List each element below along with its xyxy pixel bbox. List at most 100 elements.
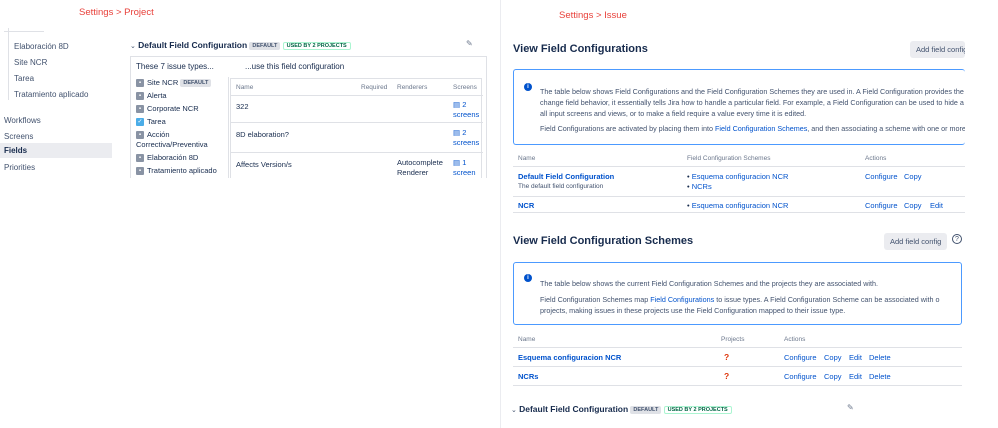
configure-link[interactable]: Configure: [784, 353, 817, 362]
table-divider: [513, 385, 962, 386]
edit-link[interactable]: Edit: [849, 372, 862, 381]
view-field-configurations-title: View Field Configurations: [513, 43, 648, 55]
chevron-down-icon[interactable]: ⌄: [130, 43, 136, 50]
info-text-3: all input screens and views, or to make …: [540, 109, 807, 118]
col-name: Name: [236, 84, 254, 91]
add-field-config-scheme-button[interactable]: Add field config: [884, 233, 948, 250]
sidebar-item-workflows[interactable]: Workflows: [0, 113, 112, 128]
fields-table: Name Required Renderers Screens 322 ▤ 2s…: [230, 78, 483, 178]
help-icon[interactable]: ?: [952, 234, 962, 244]
screens-label: screen: [453, 168, 476, 177]
renderer-name: Autocomplete Renderer: [397, 158, 443, 177]
fcs-col-projects: Projects: [721, 336, 745, 343]
info-text-3: projects, making issues in these project…: [540, 306, 846, 315]
screen-icon: ▤: [453, 158, 461, 167]
delete-link[interactable]: Delete: [869, 372, 891, 381]
issue-type-icon: ▪: [136, 154, 144, 163]
screens-count: 1: [462, 158, 467, 167]
screen-icon: ▤: [453, 128, 461, 137]
sidebar-item-elaboracion-8d[interactable]: Elaboración 8D: [4, 42, 69, 51]
info-text-2: change field behavior, it essentially te…: [540, 98, 964, 107]
configure-link[interactable]: Configure: [865, 172, 898, 181]
task-check-icon: ✓: [136, 118, 144, 127]
ncrs-scheme-link[interactable]: NCRs: [518, 372, 538, 381]
add-field-configuration-button[interactable]: Add field configuration: [910, 41, 965, 58]
field-configurations-link[interactable]: Field Configurations: [650, 295, 714, 304]
sidebar-item-screens[interactable]: Screens: [0, 129, 112, 144]
issue-type-icon: ▪: [136, 105, 144, 114]
screens-link[interactable]: ▤ 2 screens: [453, 100, 479, 120]
screens-link[interactable]: ▤ 1 screen: [453, 158, 476, 178]
default-badge: DEFAULT: [630, 405, 662, 414]
issue-type-site-ncr: ▪ Site NCR DEFAULT: [136, 78, 212, 88]
scheme-list-item: • Esquema configuracion NCR: [687, 172, 789, 181]
sidebar-item-priorities[interactable]: Priorities: [0, 160, 112, 175]
issue-type-icon: ▪: [136, 79, 144, 88]
edit-link[interactable]: Edit: [930, 201, 943, 210]
table-divider: [513, 212, 965, 213]
table-divider: [231, 95, 483, 96]
info-text-1: The table below shows Field Configuratio…: [540, 87, 964, 96]
copy-link[interactable]: Copy: [824, 353, 842, 362]
copy-link[interactable]: Copy: [904, 201, 922, 210]
configure-link[interactable]: Configure: [784, 372, 817, 381]
unknown-projects-icon: ?: [724, 371, 730, 381]
ncr-config-link[interactable]: NCR: [518, 201, 534, 210]
bottom-field-config-header: ⌄ Default Field Configuration DEFAULT US…: [511, 404, 841, 414]
issue-type-label: Alerta: [147, 91, 167, 100]
sidebar-item-tratamiento[interactable]: Tratamiento aplicado: [4, 90, 88, 99]
edit-link[interactable]: Edit: [849, 353, 862, 362]
pencil-edit-icon[interactable]: ✎: [847, 403, 854, 412]
issue-type-accion: ▪ Acción Correctiva/Preventiva: [136, 130, 226, 150]
scheme-link[interactable]: Esquema configuracion NCR: [692, 172, 789, 181]
project-sidebar: Elaboración 8D Site NCR Tarea Tratamient…: [0, 28, 118, 178]
sidebar-item-tarea[interactable]: Tarea: [4, 74, 34, 83]
col-renderers: Renderers: [397, 84, 428, 91]
fc-col-name: Name: [518, 155, 536, 162]
sidebar-item-fields[interactable]: Fields: [0, 143, 112, 158]
field-config-info-box: i The table below shows Field Configurat…: [513, 69, 965, 145]
scheme-link[interactable]: NCRs: [692, 182, 712, 191]
unknown-projects-icon: ?: [724, 352, 730, 362]
sidebar-item-site-ncr[interactable]: Site NCR: [4, 58, 47, 67]
issue-type-label: Site NCR: [147, 78, 179, 87]
screens-label: screens: [453, 138, 480, 147]
issue-type-icon: ▪: [136, 92, 144, 101]
copy-link[interactable]: Copy: [904, 172, 922, 181]
chevron-down-icon[interactable]: ⌄: [511, 407, 517, 414]
fcs-col-actions: Actions: [784, 336, 806, 343]
table-divider: [513, 366, 962, 367]
info-text-2-post: to issue types. A Field Configuration Sc…: [714, 295, 940, 304]
delete-link[interactable]: Delete: [869, 353, 891, 362]
info-icon: i: [524, 274, 532, 282]
fc-col-actions: Actions: [865, 155, 887, 162]
col-required: Required: [361, 84, 388, 91]
issue-type-corporate-ncr: ▪ Corporate NCR: [136, 104, 199, 114]
default-field-configuration-link[interactable]: Default Field Configuration: [518, 172, 614, 181]
esquema-configuracion-ncr-link[interactable]: Esquema configuracion NCR: [518, 353, 621, 362]
field-configuration-schemes-link[interactable]: Field Configuration Schemes: [715, 124, 807, 133]
config-description: The default field configuration: [518, 183, 604, 190]
default-badge: DEFAULT: [180, 79, 212, 88]
configure-link[interactable]: Configure: [865, 201, 898, 210]
screens-link[interactable]: ▤ 2 screens: [453, 128, 479, 148]
issue-type-tratamiento: ▪ Tratamiento aplicado: [136, 166, 217, 176]
field-name: Affects Version/s: [236, 160, 292, 169]
issue-type-label: Acción Correctiva/Preventiva: [136, 130, 208, 149]
caption-settings-project: Settings > Project: [79, 7, 154, 18]
issue-type-alerta: ▪ Alerta: [136, 91, 167, 101]
screenshot-separator: [500, 0, 501, 428]
scheme-link[interactable]: Esquema configuracion NCR: [692, 201, 789, 210]
pencil-edit-icon[interactable]: ✎: [466, 39, 473, 48]
table-divider: [513, 196, 965, 197]
issue-type-label: Corporate NCR: [147, 104, 199, 113]
view-field-configuration-schemes-title: View Field Configuration Schemes: [513, 235, 694, 247]
screens-count: 2: [462, 100, 467, 109]
bottom-config-title: Default Field Configuration: [519, 404, 629, 414]
info-text-4: Field Configurations are activated by pl…: [540, 123, 965, 134]
info-text-4-post: , and then associating a scheme with one…: [807, 124, 965, 133]
copy-link[interactable]: Copy: [824, 372, 842, 381]
scheme-list-item: • NCRs: [687, 182, 712, 191]
used-by-badge: USED BY 2 PROJECTS: [282, 41, 351, 50]
info-icon: i: [524, 83, 532, 91]
